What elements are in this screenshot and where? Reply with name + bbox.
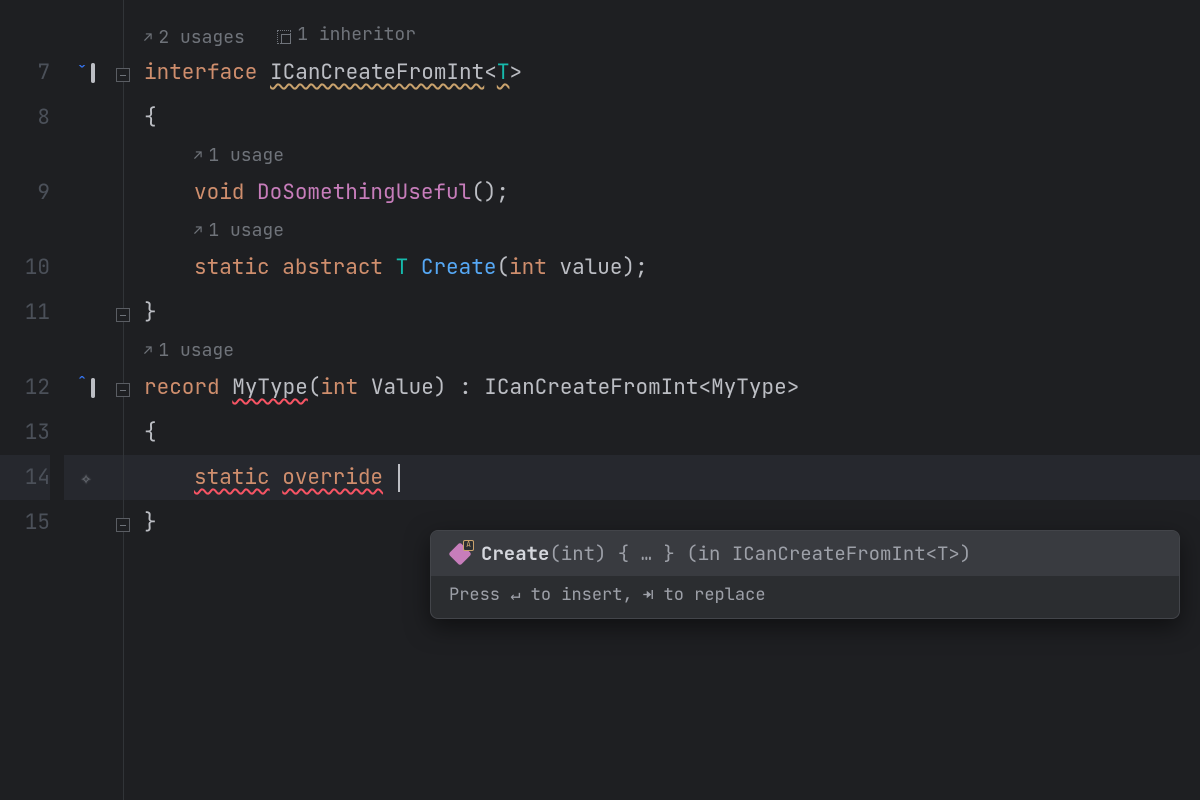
enter-key-icon: ↵ bbox=[510, 584, 520, 606]
keyword-static: static bbox=[194, 254, 270, 281]
brace-open: { bbox=[144, 104, 157, 131]
punct: ) bbox=[434, 374, 447, 401]
punct: (); bbox=[471, 179, 509, 206]
inlay-hint[interactable]: ↗1 usage bbox=[138, 335, 1200, 365]
code-line[interactable]: void DoSomethingUseful(); bbox=[138, 170, 1200, 215]
fold-gutter bbox=[108, 0, 138, 800]
line-number: 14 bbox=[0, 455, 50, 500]
line-number: 15 bbox=[0, 500, 50, 545]
completion-footer: Press ↵ to insert, ⇥ to replace bbox=[431, 576, 1179, 618]
type-parameter: T bbox=[396, 254, 409, 281]
brace-close: } bbox=[144, 299, 157, 326]
inheritor-hint-label: 1 inheritor bbox=[297, 20, 416, 50]
completion-label: Create(int) { … } (in ICanCreateFromInt<… bbox=[481, 541, 971, 566]
text-caret bbox=[398, 464, 400, 492]
line-number: 13 bbox=[0, 410, 50, 455]
completion-popup[interactable]: A Create(int) { … } (in ICanCreateFromIn… bbox=[430, 530, 1180, 619]
fold-toggle[interactable] bbox=[108, 500, 138, 545]
inlay-hint[interactable]: ↗2 usages 1 inheritor bbox=[138, 20, 1200, 50]
line-number: 8 bbox=[0, 95, 50, 140]
keyword-record: record bbox=[144, 374, 220, 401]
inheritor-icon bbox=[277, 30, 291, 44]
type-name: MyType bbox=[232, 374, 308, 401]
code-line[interactable]: record MyType(int Value) : ICanCreateFro… bbox=[138, 365, 1200, 410]
line-number-gutter: 7 8 9 10 11 12 13 14 15 bbox=[0, 0, 64, 800]
punct: : bbox=[446, 374, 484, 401]
implements-icon[interactable]: ˆ bbox=[64, 365, 108, 410]
parameter-name: Value bbox=[371, 374, 434, 401]
line-number: 7 bbox=[0, 50, 50, 95]
keyword-int: int bbox=[509, 254, 547, 281]
inlay-hint[interactable]: ↗1 usage bbox=[138, 215, 1200, 245]
keyword-void: void bbox=[194, 179, 244, 206]
fold-toggle[interactable] bbox=[108, 50, 138, 95]
type-parameter: T bbox=[497, 59, 510, 86]
keyword-interface: interface bbox=[144, 59, 257, 86]
fold-toggle[interactable] bbox=[108, 365, 138, 410]
punct: ( bbox=[308, 374, 321, 401]
line-number: 12 bbox=[0, 365, 50, 410]
tab-key-icon: ⇥ bbox=[643, 584, 653, 606]
code-line[interactable]: static abstract T Create(int value); bbox=[138, 245, 1200, 290]
parameter-name: value bbox=[560, 254, 623, 281]
code-line[interactable]: { bbox=[138, 410, 1200, 455]
keyword-override: override bbox=[282, 464, 383, 491]
intention-bulb-icon[interactable]: ✧ bbox=[64, 455, 108, 500]
gutter-icons: ˇ ˆ ✧ bbox=[64, 0, 108, 800]
method-icon: A bbox=[449, 543, 471, 565]
line-number: 11 bbox=[0, 290, 50, 335]
method-name: Create bbox=[421, 254, 497, 281]
usages-hint-label: 2 usages bbox=[158, 23, 244, 53]
punct: ); bbox=[623, 254, 648, 281]
line-number: 10 bbox=[0, 245, 50, 290]
keyword-int: int bbox=[320, 374, 358, 401]
code-line-current[interactable]: static override bbox=[138, 455, 1200, 500]
brace-close: } bbox=[144, 509, 157, 536]
punct: ( bbox=[496, 254, 509, 281]
type-name: ICanCreateFromInt bbox=[270, 59, 484, 86]
type-argument: MyType bbox=[711, 374, 787, 401]
brace-open: { bbox=[144, 419, 157, 446]
code-area[interactable]: ↗2 usages 1 inheritor interface ICanCrea… bbox=[138, 0, 1200, 800]
line-number: 9 bbox=[0, 170, 50, 215]
completion-item[interactable]: A Create(int) { … } (in ICanCreateFromIn… bbox=[431, 531, 1179, 576]
keyword-abstract: abstract bbox=[282, 254, 383, 281]
usages-hint-label: 1 usage bbox=[208, 216, 284, 246]
code-line[interactable]: { bbox=[138, 95, 1200, 140]
usages-hint-label: 1 usage bbox=[208, 141, 284, 171]
fold-toggle[interactable] bbox=[108, 290, 138, 335]
inlay-hint[interactable]: ↗1 usage bbox=[138, 140, 1200, 170]
type-name: ICanCreateFromInt bbox=[484, 374, 698, 401]
code-editor[interactable]: 7 8 9 10 11 12 13 14 15 ˇ ˆ ✧ bbox=[0, 0, 1200, 800]
method-name: DoSomethingUseful bbox=[257, 179, 471, 206]
implemented-icon[interactable]: ˇ bbox=[64, 50, 108, 95]
code-line[interactable]: } bbox=[138, 290, 1200, 335]
code-line[interactable]: interface ICanCreateFromInt<T> bbox=[138, 50, 1200, 95]
usages-hint-label: 1 usage bbox=[158, 336, 234, 366]
keyword-static: static bbox=[194, 464, 270, 491]
